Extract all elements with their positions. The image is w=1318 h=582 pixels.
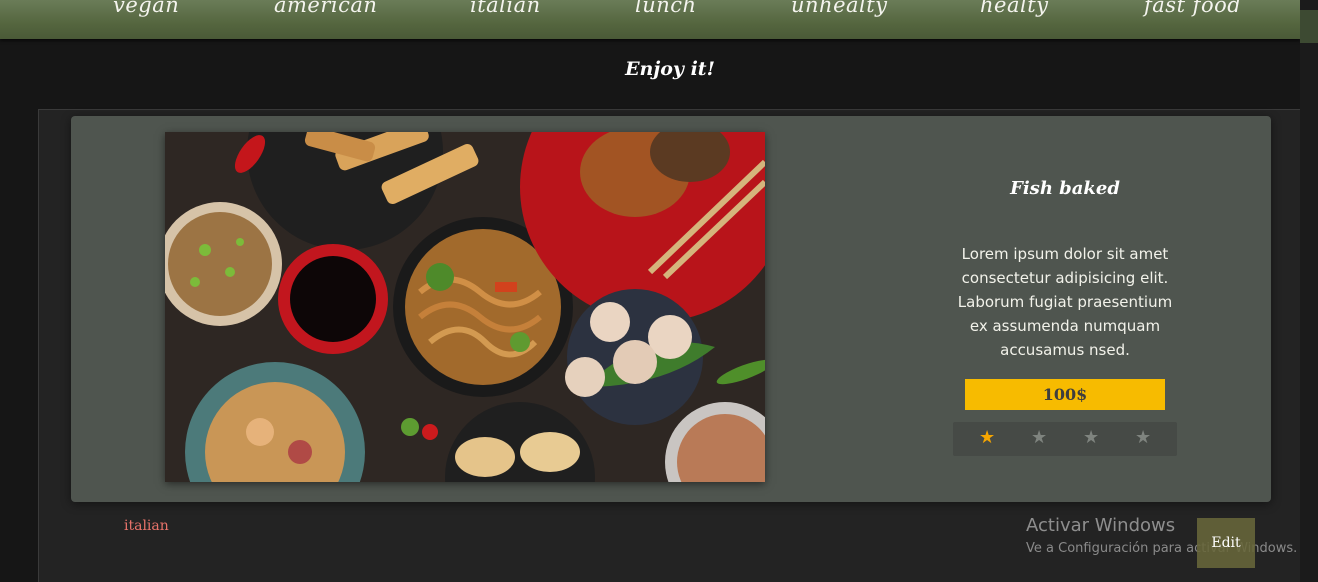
page-title: Enjoy it! <box>625 58 715 80</box>
star-icon[interactable]: ★ <box>1083 428 1099 448</box>
windows-activation-title: Activar Windows <box>1026 515 1176 536</box>
nav-item-american[interactable]: american <box>274 0 377 17</box>
star-icon[interactable]: ★ <box>1135 428 1151 448</box>
nav-item-vegan[interactable]: vegan <box>113 0 179 17</box>
scrollbar-track[interactable] <box>1300 0 1318 582</box>
nav-item-fast-food[interactable]: fast food <box>1144 0 1241 17</box>
nav-item-healty[interactable]: healty <box>980 0 1049 17</box>
nav-item-italian[interactable]: italian <box>470 0 541 17</box>
category-label: italian <box>124 518 169 534</box>
product-name: Fish baked <box>1010 178 1120 199</box>
star-rating[interactable]: ★ ★ ★ ★ <box>953 422 1177 456</box>
edit-button[interactable]: Edit <box>1197 518 1255 568</box>
nav-item-unhealty[interactable]: unhealty <box>791 0 888 17</box>
star-icon[interactable]: ★ <box>979 428 995 448</box>
scrollbar-thumb[interactable] <box>1300 10 1318 43</box>
windows-activation-subtitle: Ve a Configuración para activar Windows. <box>1026 541 1298 556</box>
top-navbar: vegan american italian lunch unhealty he… <box>0 0 1300 39</box>
product-description: Lorem ipsum dolor sit amet consectetur a… <box>957 245 1173 359</box>
nav-item-lunch[interactable]: lunch <box>635 0 697 17</box>
price-badge: 100$ <box>965 379 1165 410</box>
food-photo <box>165 132 765 482</box>
star-icon[interactable]: ★ <box>1031 428 1047 448</box>
